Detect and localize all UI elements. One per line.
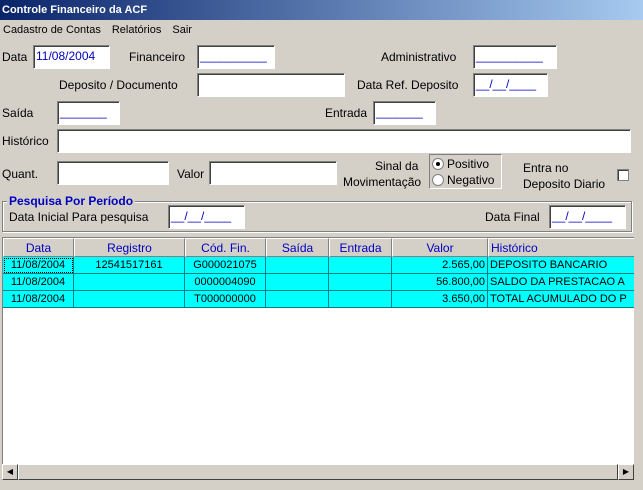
grid-header: Data Registro Cód. Fin. Saída Entrada Va… <box>3 238 634 257</box>
cell-historico[interactable]: DEPOSITO BANCARIO <box>488 257 634 274</box>
quant-label: Quant. <box>2 167 39 181</box>
data-inicial-field[interactable]: __/__/____ <box>168 205 245 229</box>
horizontal-scrollbar[interactable]: ◀ ▶ <box>2 464 634 480</box>
cell-valor[interactable]: 56.800,00 <box>392 274 488 291</box>
cell-cod-fin[interactable]: 0000004090 <box>185 274 266 291</box>
saida-field[interactable]: _______ <box>57 101 120 125</box>
cell-entrada[interactable] <box>329 257 392 274</box>
valor-field[interactable] <box>209 161 337 185</box>
radio-negativo-icon[interactable] <box>432 174 444 186</box>
menu-cadastro-de-contas[interactable]: Cadastro de Contas <box>3 24 101 36</box>
valor-label: Valor <box>177 167 205 181</box>
col-registro[interactable]: Registro <box>74 238 185 257</box>
menu-bar: Cadastro de Contas Relatórios Sair <box>0 21 643 40</box>
sinal-label-1: Sinal da <box>375 159 419 173</box>
radio-negativo-label: Negativo <box>447 173 495 187</box>
data-final-value: __/__/____ <box>552 209 613 223</box>
entrada-field[interactable]: _______ <box>373 101 436 125</box>
entra-label-1: Entra no <box>523 161 569 175</box>
cell-valor[interactable]: 3.650,00 <box>392 291 488 308</box>
financeiro-value: __________ <box>200 49 267 63</box>
cell-historico[interactable]: SALDO DA PRESTACAO A <box>488 274 634 291</box>
entrada-label: Entrada <box>325 106 368 120</box>
records-grid[interactable]: Data Registro Cód. Fin. Saída Entrada Va… <box>2 237 634 477</box>
radio-negativo[interactable]: Negativo <box>432 172 499 188</box>
saida-value: _______ <box>60 105 107 119</box>
data-final-label: Data Final <box>485 210 540 224</box>
cell-saida[interactable] <box>266 257 329 274</box>
entra-checkbox[interactable] <box>617 169 629 181</box>
administrativo-field[interactable]: __________ <box>473 45 557 69</box>
table-row[interactable]: 11/08/2004 T000000000 3.650,00 TOTAL ACUMUL… <box>3 291 634 308</box>
cell-cod-fin[interactable]: T000000000 <box>185 291 266 308</box>
historico-label: Histórico <box>2 134 49 148</box>
data-label: Data <box>2 50 28 64</box>
data-ref-label: Data Ref. Deposito <box>357 78 459 92</box>
col-valor[interactable]: Valor <box>392 238 488 257</box>
entrada-value: _______ <box>376 105 423 119</box>
col-data[interactable]: Data <box>3 238 74 257</box>
cell-historico[interactable]: TOTAL ACUMULADO DO P <box>488 291 634 308</box>
cell-data[interactable]: 11/08/2004 <box>3 257 74 274</box>
cell-valor[interactable]: 2.565,00 <box>392 257 488 274</box>
radio-positivo-label: Positivo <box>447 157 490 171</box>
administrativo-label: Administrativo <box>381 50 457 64</box>
financeiro-label: Financeiro <box>129 50 186 64</box>
cell-entrada[interactable] <box>329 291 392 308</box>
scroll-left-icon[interactable]: ◀ <box>2 464 18 480</box>
cell-data[interactable]: 11/08/2004 <box>3 274 74 291</box>
period-title: Pesquisa Por Período <box>7 194 136 208</box>
financeiro-field[interactable]: __________ <box>197 45 275 69</box>
col-cod-fin[interactable]: Cód. Fin. <box>185 238 266 257</box>
data-ref-field[interactable]: __/__/____ <box>473 73 548 97</box>
data-inicial-value: __/__/____ <box>171 209 232 223</box>
cell-registro[interactable]: 12541517161 <box>74 257 185 274</box>
cell-entrada[interactable] <box>329 274 392 291</box>
scroll-right-icon[interactable]: ▶ <box>618 464 634 480</box>
col-entrada[interactable]: Entrada <box>329 238 392 257</box>
entra-label-2: Deposito Diario <box>523 177 606 191</box>
data-inicial-label: Data Inicial Para pesquisa <box>9 210 149 224</box>
col-saida[interactable]: Saída <box>266 238 329 257</box>
menu-relatorios[interactable]: Relatórios <box>112 24 162 36</box>
data-field[interactable]: 11/08/2004 <box>33 45 110 69</box>
deposito-field[interactable] <box>197 73 345 97</box>
cell-data[interactable]: 11/08/2004 <box>3 291 74 308</box>
saida-label: Saída <box>2 106 34 120</box>
table-row[interactable]: 11/08/2004 0000004090 56.800,00 SALDO DA PR… <box>3 274 634 291</box>
cell-registro[interactable] <box>74 291 185 308</box>
quant-field[interactable] <box>57 161 169 185</box>
cell-saida[interactable] <box>266 291 329 308</box>
radio-positivo[interactable]: Positivo <box>432 156 499 172</box>
cell-registro[interactable] <box>74 274 185 291</box>
cell-cod-fin[interactable]: G000021075 <box>185 257 266 274</box>
deposito-label: Deposito / Documento <box>59 78 178 92</box>
radio-positivo-icon[interactable] <box>432 158 444 170</box>
administrativo-value: __________ <box>476 49 543 63</box>
menu-sair[interactable]: Sair <box>172 24 192 36</box>
table-row[interactable]: 11/08/2004 12541517161 G000021075 2.565,00 D… <box>3 257 634 274</box>
scroll-thumb[interactable] <box>18 464 618 480</box>
data-final-field[interactable]: __/__/____ <box>549 205 626 229</box>
title-bar: Controle Financeiro da ACF <box>0 0 643 20</box>
historico-field[interactable] <box>57 129 631 153</box>
cell-saida[interactable] <box>266 274 329 291</box>
sinal-radio-group: Positivo Negativo <box>429 154 502 189</box>
col-historico[interactable]: Histórico <box>488 238 634 257</box>
sinal-label-2: Movimentação <box>343 175 422 189</box>
data-ref-value: __/__/____ <box>476 77 537 91</box>
